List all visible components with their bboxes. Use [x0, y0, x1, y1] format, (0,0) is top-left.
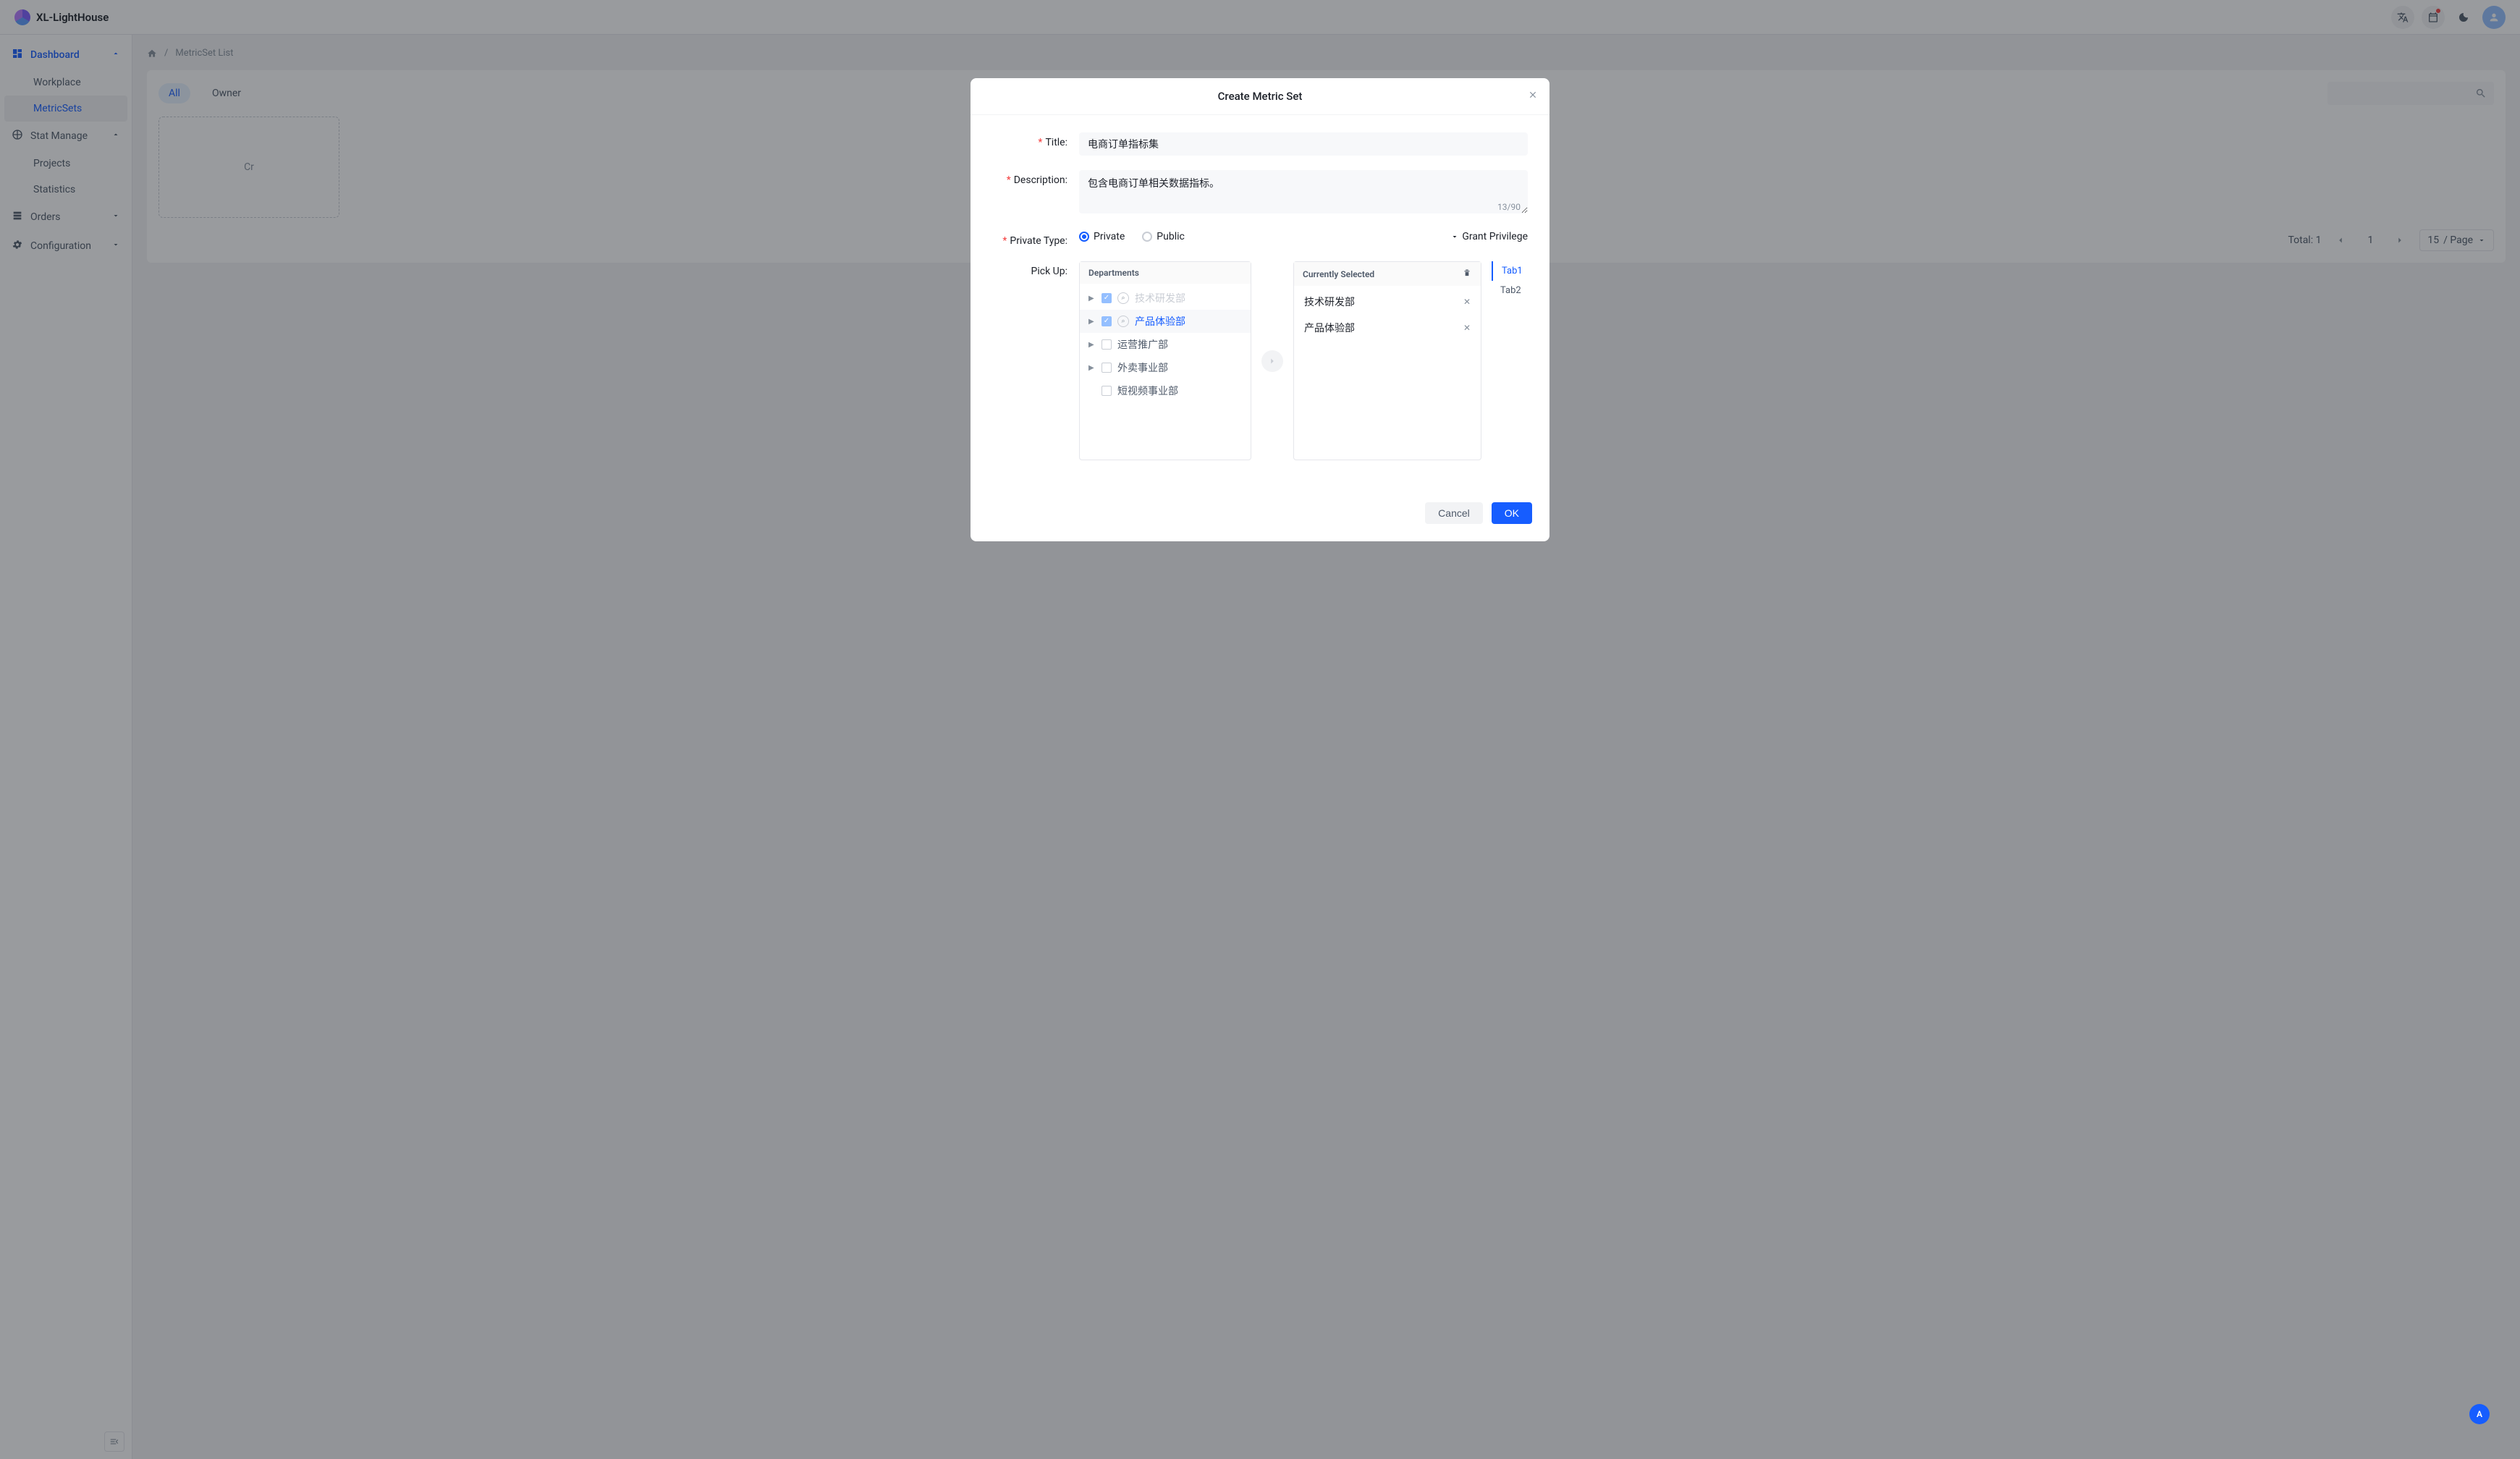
transfer-right-button[interactable] — [1261, 350, 1283, 372]
selected-panel: Currently Selected 技术研发部✕产品体验部✕ — [1293, 261, 1481, 460]
fab-button[interactable]: A — [2469, 1404, 2490, 1424]
modal-close-button[interactable] — [1528, 90, 1538, 103]
checkbox[interactable] — [1102, 363, 1112, 373]
checkbox[interactable] — [1102, 386, 1112, 396]
checkbox[interactable] — [1102, 293, 1112, 303]
radio-public[interactable]: Public — [1142, 231, 1185, 242]
caret-right-icon: ▶ — [1088, 295, 1096, 303]
cancel-button[interactable]: Cancel — [1425, 502, 1483, 524]
chevron-right-icon — [1267, 356, 1277, 366]
side-tab-tab2[interactable]: Tab2 — [1492, 281, 1528, 300]
caret-right-icon: ▶ — [1088, 341, 1096, 349]
side-tab-tab1[interactable]: Tab1 — [1492, 261, 1528, 281]
caret-down-icon — [1450, 232, 1459, 241]
dept-item[interactable]: ▶⌕产品体验部 — [1080, 310, 1251, 333]
modal-title: Create Metric Set — [1218, 90, 1303, 103]
checkbox[interactable] — [1102, 339, 1112, 350]
dept-item[interactable]: ▶⌕技术研发部 — [1080, 287, 1251, 310]
title-input[interactable] — [1079, 132, 1528, 156]
caret-right-icon: ▶ — [1088, 364, 1096, 372]
radio-private[interactable]: Private — [1079, 231, 1125, 242]
departments-panel: Departments ▶⌕技术研发部▶⌕产品体验部▶运营推广部▶外卖事业部短视… — [1079, 261, 1251, 460]
remove-selected-button[interactable]: ✕ — [1463, 297, 1471, 307]
description-input[interactable] — [1079, 170, 1528, 213]
selected-item: 产品体验部✕ — [1294, 315, 1481, 341]
grant-privilege-toggle[interactable]: Grant Privilege — [1450, 231, 1528, 242]
dept-item[interactable]: ▶运营推广部 — [1080, 333, 1251, 356]
close-icon — [1528, 90, 1538, 100]
checkbox[interactable] — [1102, 316, 1112, 326]
create-metricset-modal: Create Metric Set *Title: *Description: … — [971, 78, 1549, 541]
remove-selected-button[interactable]: ✕ — [1463, 323, 1471, 333]
dept-item[interactable]: ▶外卖事业部 — [1080, 356, 1251, 379]
modal-overlay: Create Metric Set *Title: *Description: … — [0, 0, 2520, 1459]
ok-button[interactable]: OK — [1492, 502, 1532, 524]
caret-right-icon: ▶ — [1088, 318, 1096, 326]
trash-icon — [1462, 268, 1472, 278]
selected-item: 技术研发部✕ — [1294, 289, 1481, 315]
dept-item[interactable]: 短视频事业部 — [1080, 379, 1251, 402]
dept-icon: ⌕ — [1117, 292, 1129, 304]
dept-icon: ⌕ — [1117, 316, 1129, 327]
clear-selected-button[interactable] — [1462, 268, 1472, 280]
